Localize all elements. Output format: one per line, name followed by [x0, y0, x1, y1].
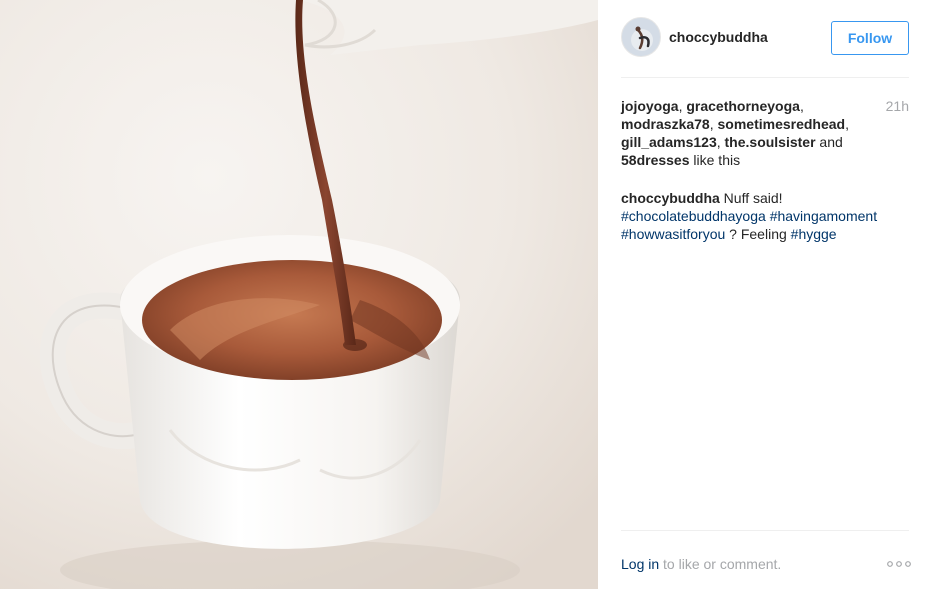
post-footer: Log in to like or comment. [621, 555, 911, 575]
follow-button[interactable]: Follow [831, 21, 909, 55]
more-options-icon[interactable] [887, 558, 911, 570]
post-caption: choccybuddha Nuff said! #chocolatebuddha… [621, 189, 911, 243]
likes-separator: , [799, 98, 804, 114]
hashtag-link[interactable]: #chocolatebuddhayoga [621, 208, 766, 224]
post-author-username[interactable]: choccybuddha [669, 29, 768, 45]
likes-separator: , [709, 116, 718, 132]
likes-separator: , [716, 134, 725, 150]
header-divider [621, 77, 909, 78]
likes-separator: , [845, 116, 849, 132]
liker-username[interactable]: the.soulsister [725, 134, 816, 150]
caption-username[interactable]: choccybuddha [621, 190, 720, 206]
post-photo[interactable] [0, 0, 598, 589]
post-side-panel: choccybuddha Follow jojoyoga, gracethorn… [598, 0, 931, 589]
avatar-yoga-icon [622, 18, 660, 56]
liker-username[interactable]: gracethorneyoga [686, 98, 800, 114]
instagram-post: choccybuddha Follow jojoyoga, gracethorn… [0, 0, 931, 589]
liker-username[interactable]: jojoyoga [621, 98, 679, 114]
liker-username[interactable]: sometimesredhead [718, 116, 846, 132]
avatar[interactable] [621, 17, 661, 57]
login-link[interactable]: Log in [621, 556, 659, 572]
post-header: choccybuddha Follow [621, 17, 909, 61]
caption-middle-text: ? Feeling [725, 226, 791, 242]
hashtag-link[interactable]: #hygge [791, 226, 837, 242]
hashtag-link[interactable]: #howwasitforyou [621, 226, 725, 242]
chocolate-pour-photo-icon [0, 0, 598, 589]
liker-username[interactable]: modraszka78 [621, 116, 710, 132]
likes-others-link[interactable]: 58dresses [621, 152, 690, 168]
likes-summary: jojoyoga, gracethorneyoga, modraszka78, … [621, 97, 871, 169]
footer-divider [621, 530, 909, 531]
caption-text: Nuff said! [719, 190, 783, 206]
likes-suffix: like this [689, 152, 741, 168]
liker-username[interactable]: gill_adams123 [621, 134, 717, 150]
login-prompt-text: to like or comment. [659, 556, 782, 572]
likes-and: and [815, 134, 843, 150]
post-timestamp[interactable]: 21h [886, 97, 909, 115]
hashtag-link[interactable]: #havingamoment [770, 208, 877, 224]
